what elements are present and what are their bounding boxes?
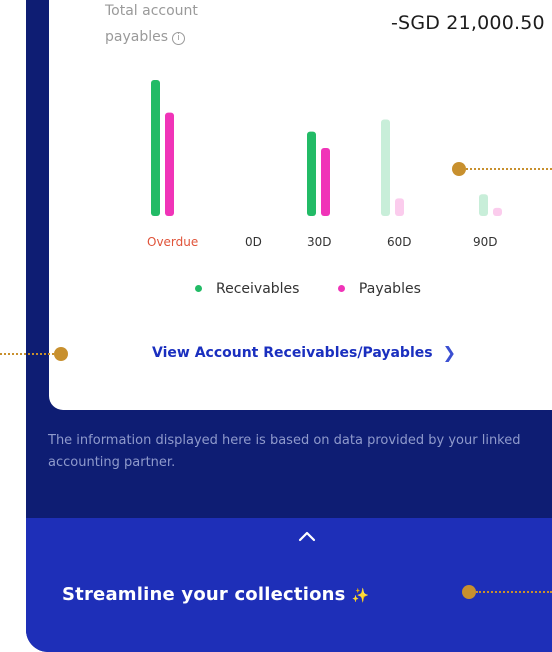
- bar-payables-30d[interactable]: [321, 148, 330, 216]
- chevron-right-icon: ❯: [442, 343, 456, 362]
- aging-bar-chart: Overdue 0D 30D 60D 90D: [147, 80, 502, 249]
- collections-title[interactable]: Streamline your collections ✨: [62, 584, 369, 605]
- total-label-line1: Total account: [105, 3, 198, 19]
- bar-receivables-90d[interactable]: [479, 194, 488, 216]
- total-payables-label: Total account payables i: [105, 0, 255, 50]
- tick-label-0d: 0D: [245, 235, 262, 249]
- callout-line: [476, 591, 552, 593]
- callout-dot: [54, 347, 68, 361]
- tick-label-90d: 90D: [473, 235, 498, 249]
- total-label-line2-text: payables: [105, 29, 169, 45]
- data-source-disclaimer: The information displayed here is based …: [48, 433, 521, 470]
- bar-receivables-30d[interactable]: [307, 131, 316, 216]
- chart-legend: Receivables Payables: [195, 280, 455, 297]
- tick-label-30d: 30D: [307, 235, 332, 249]
- collections-panel[interactable]: Streamline your collections ✨: [26, 518, 552, 652]
- legend-payables[interactable]: Payables: [337, 280, 421, 297]
- bar-receivables-60d[interactable]: [381, 119, 390, 216]
- payables-dot-icon: [337, 285, 345, 292]
- info-icon[interactable]: i: [172, 32, 186, 45]
- total-payables-value: -SGD 21,000.50: [391, 12, 545, 34]
- bar-payables-overdue[interactable]: [165, 112, 174, 216]
- legend-payables-label: Payables: [358, 280, 421, 297]
- chevron-up-icon[interactable]: [298, 530, 316, 542]
- accounts-summary-card: Total account payables i -SGD 21,000.50 O…: [49, 0, 552, 410]
- view-receivables-payables-link[interactable]: View Account Receivables/Payables ❯: [152, 343, 456, 362]
- app-screen: Total account payables i -SGD 21,000.50 O…: [26, 0, 552, 652]
- callout-line: [0, 353, 54, 355]
- tick-label-overdue: Overdue: [147, 235, 198, 249]
- total-label-line2: payables i: [105, 24, 255, 50]
- legend-receivables[interactable]: Receivables: [195, 281, 299, 297]
- callout-line: [466, 168, 552, 170]
- bar-payables-90d[interactable]: [493, 207, 502, 216]
- sparkle-icon: ✨: [351, 588, 370, 604]
- view-link-label: View Account Receivables/Payables: [152, 344, 433, 361]
- tick-label-60d: 60D: [387, 235, 412, 249]
- bar-payables-60d[interactable]: [395, 198, 404, 216]
- legend-receivables-label: Receivables: [216, 280, 300, 297]
- callout-dot: [452, 162, 466, 176]
- receivables-dot-icon: [195, 285, 202, 292]
- collections-title-text: Streamline your collections: [62, 584, 346, 605]
- bar-receivables-overdue[interactable]: [151, 80, 160, 216]
- callout-dot: [462, 585, 476, 599]
